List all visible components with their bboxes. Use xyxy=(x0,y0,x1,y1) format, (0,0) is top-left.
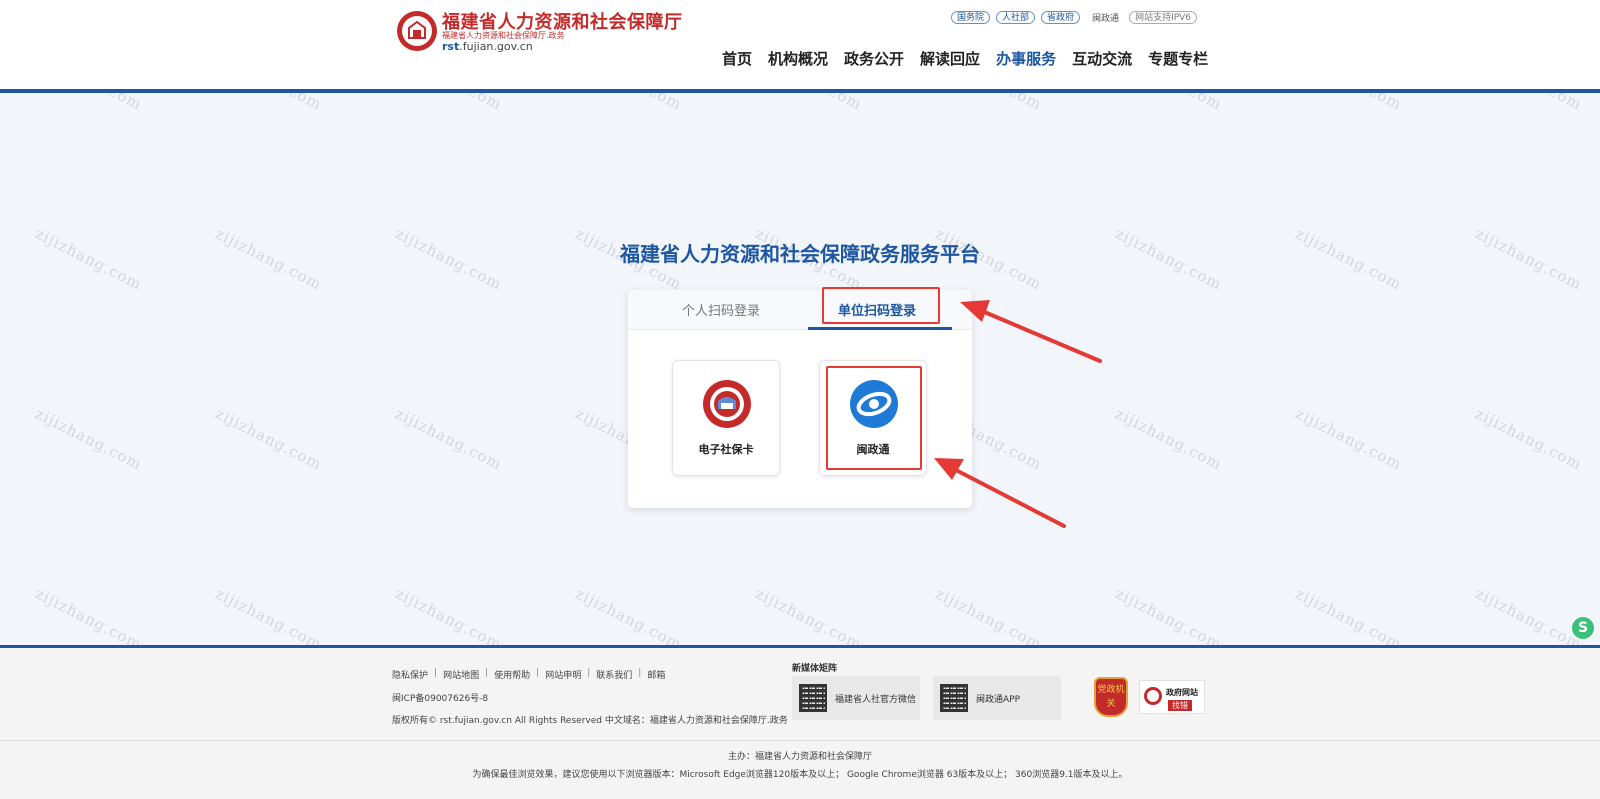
top-link-shengzhengfu[interactable]: 省政府 xyxy=(1041,10,1081,24)
site-header: 福建省人力资源和社会保障厅 福建省人力资源和社会保障厅.政务 rst.fujia… xyxy=(0,0,1600,93)
watermark-text: zijizhang.com xyxy=(1292,404,1406,474)
watermark-text: zijizhang.com xyxy=(1292,584,1406,654)
nav-services[interactable]: 办事服务 xyxy=(996,48,1056,69)
nav-home[interactable]: 首页 xyxy=(722,48,752,69)
footer-link-privacy[interactable]: 隐私保护 xyxy=(392,668,428,681)
footer-browser-note: 为确保最佳浏览效果，建议您使用以下浏览器版本：Microsoft Edge浏览器… xyxy=(472,770,1128,780)
site-footer: 隐私保护 | 网站地图 | 使用帮助 | 网站申明 | 联系我们 | 邮箱 闽ICP备09… xyxy=(0,645,1600,799)
watermark-text: zijizhang.com xyxy=(932,584,1046,654)
annotation-arrow-tab xyxy=(960,300,1102,363)
qr-code-icon xyxy=(940,684,968,712)
nav-interaction[interactable]: 互动交流 xyxy=(1072,48,1132,69)
app-tile-social-security-card[interactable]: 电子社保卡 xyxy=(672,360,780,476)
top-link-minzhengtong[interactable]: 闽政通 xyxy=(1092,11,1119,24)
magnifier-icon xyxy=(1144,687,1162,705)
footer-link-sitemap[interactable]: 网站地图 xyxy=(443,668,479,681)
watermark-text: zijizhang.com xyxy=(32,404,146,474)
watermark-text: zijizhang.com xyxy=(212,404,326,474)
nav-about[interactable]: 机构概况 xyxy=(768,48,828,69)
footer-link-contact[interactable]: 联系我们 xyxy=(596,668,632,681)
footer-icp[interactable]: 闽ICP备09007626号-8 xyxy=(392,691,488,704)
annotation-highlight-minzhengtong xyxy=(826,366,922,470)
login-tabs: 个人扫码登录 单位扫码登录 xyxy=(628,287,972,330)
watermark-text: zijizhang.com xyxy=(32,584,146,654)
tab-personal-login[interactable]: 个人扫码登录 xyxy=(682,300,760,319)
watermark-text: zijizhang.com xyxy=(392,404,506,474)
social-security-card-icon xyxy=(703,380,751,428)
media-card-wechat[interactable]: 福建省人社官方微信 xyxy=(792,676,920,720)
top-link-guowuyuan[interactable]: 国务院 xyxy=(951,10,991,24)
top-link-renshebu[interactable]: 人社部 xyxy=(996,10,1036,24)
watermark-text: zijizhang.com xyxy=(572,584,686,654)
nav-topics[interactable]: 专题专栏 xyxy=(1148,48,1208,69)
watermark-text: zijizhang.com xyxy=(392,584,506,654)
watermark-text: zijizhang.com xyxy=(1112,404,1226,474)
emblem-logo-icon xyxy=(397,11,437,51)
nav-interpretation[interactable]: 解读回应 xyxy=(920,48,980,69)
ipv6-badge: 网站支持IPV6 xyxy=(1129,10,1198,24)
annotation-highlight-tab xyxy=(822,287,940,324)
footer-divider xyxy=(0,740,1600,741)
watermark-text: zijizhang.com xyxy=(1472,584,1586,654)
platform-title: 福建省人力资源和社会保障政务服务平台 xyxy=(620,242,980,266)
watermark-text: zijizhang.com xyxy=(1112,584,1226,654)
main-nav: 首页 机构概况 政务公开 解读回应 办事服务 互动交流 专题专栏 xyxy=(722,48,1224,69)
qr-code-icon xyxy=(799,684,827,712)
floating-helper-icon[interactable]: S xyxy=(1572,617,1594,639)
media-label-app: 闽政通APP xyxy=(976,694,1021,705)
party-government-badge[interactable]: 党政机关 xyxy=(1094,677,1128,717)
footer-link-help[interactable]: 使用帮助 xyxy=(494,668,530,681)
watermark-text: zijizhang.com xyxy=(1472,404,1586,474)
login-card: 个人扫码登录 单位扫码登录 电子社保卡 闽政通 xyxy=(628,287,972,508)
active-tab-indicator xyxy=(808,327,952,330)
footer-host: 主办：福建省人力资源和社会保障厅 xyxy=(727,752,872,762)
footer-link-statement[interactable]: 网站申明 xyxy=(545,668,581,681)
footer-media-title: 新媒体矩阵 xyxy=(792,664,838,674)
top-links: 国务院 人社部 省政府 闽政通 网站支持IPV6 xyxy=(951,10,1203,24)
footer-links: 隐私保护 | 网站地图 | 使用帮助 | 网站申明 | 联系我们 | 邮箱 xyxy=(392,668,666,681)
footer-copyright: 版权所有© rst.fujian.gov.cn All Rights Reser… xyxy=(392,716,788,726)
watermark-text: zijizhang.com xyxy=(752,584,866,654)
gov-site-error-report-badge[interactable]: 政府网站 找错 xyxy=(1139,680,1205,714)
watermark-text: zijizhang.com xyxy=(212,584,326,654)
nav-public-affairs[interactable]: 政务公开 xyxy=(844,48,904,69)
footer-link-email[interactable]: 邮箱 xyxy=(647,668,665,681)
media-card-app[interactable]: 闽政通APP xyxy=(933,676,1061,720)
brand-domain: rst.fujian.gov.cn xyxy=(442,40,533,53)
media-label-wechat: 福建省人社官方微信 xyxy=(835,694,917,705)
app-label-social-security-card: 电子社保卡 xyxy=(698,443,754,456)
